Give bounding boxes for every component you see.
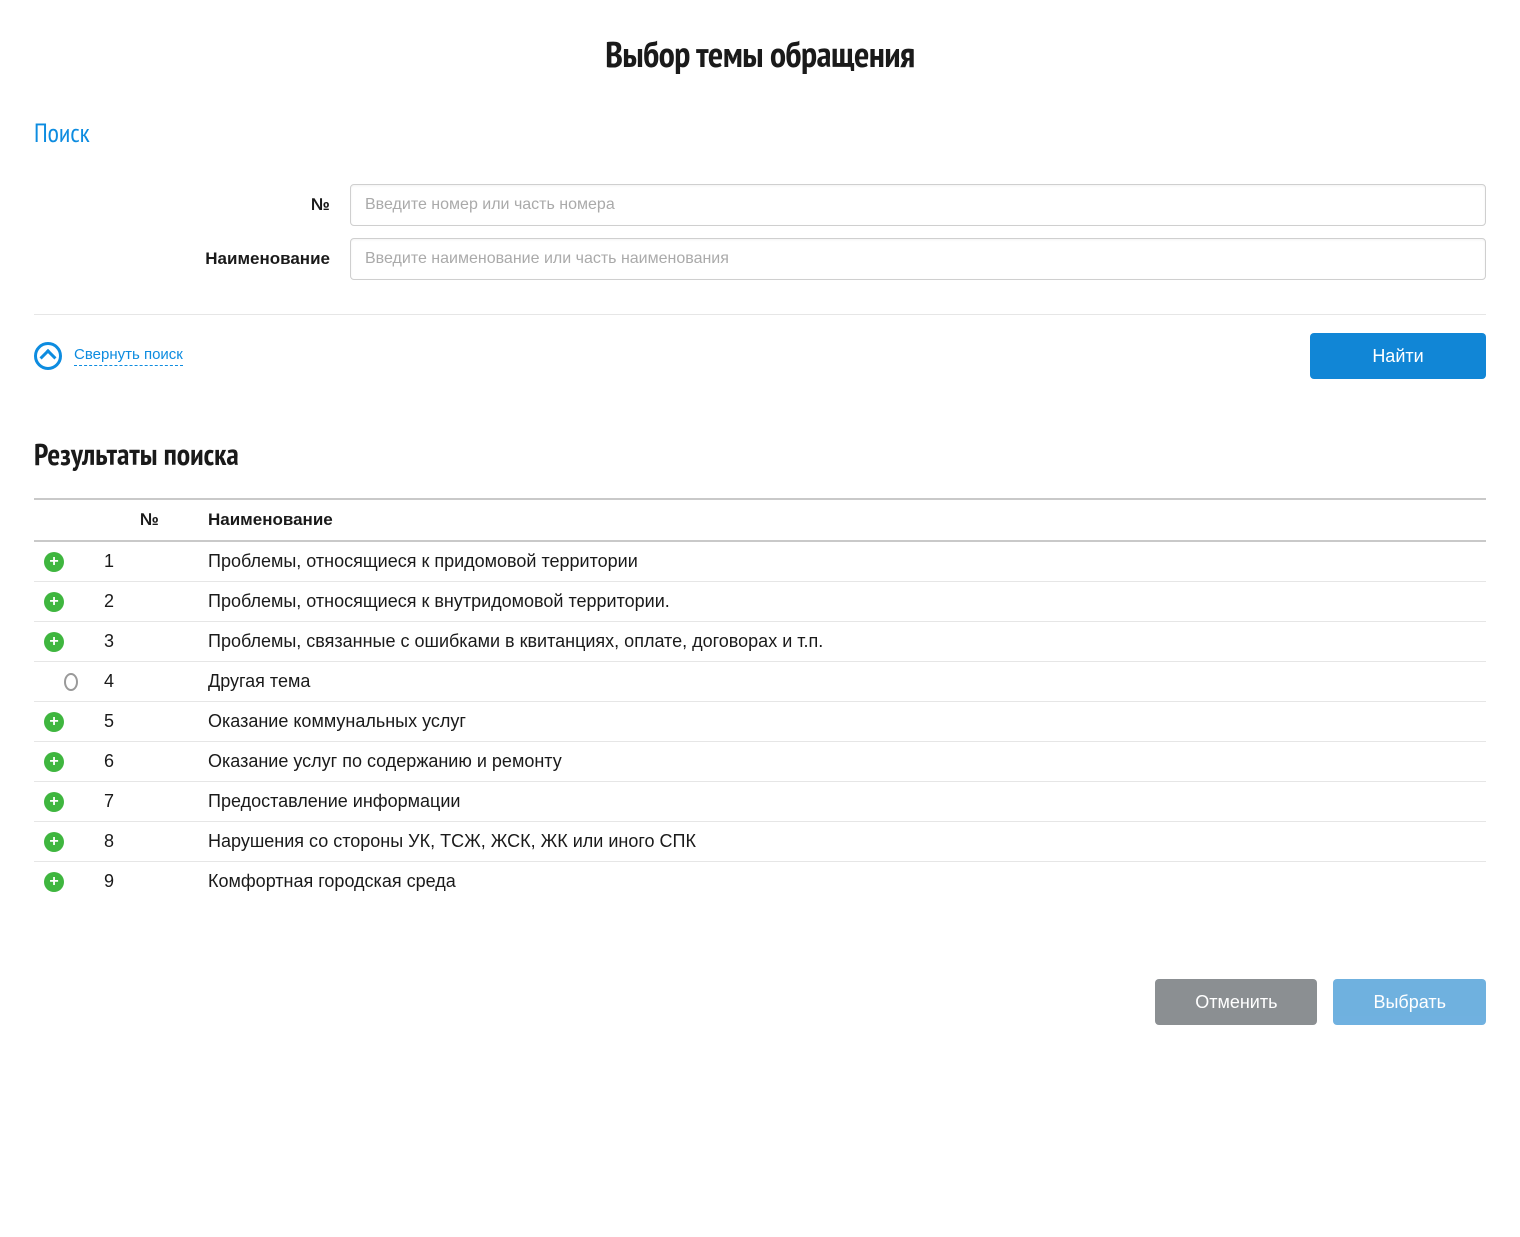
expand-icon[interactable]: [44, 832, 64, 852]
row-number: 7: [98, 791, 208, 812]
results-section-label: Результаты поиска: [34, 435, 1486, 474]
row-name: Предоставление информации: [208, 791, 1482, 812]
results-table: № Наименование 1Проблемы, относящиеся к …: [34, 498, 1486, 901]
table-row: 6Оказание услуг по содержанию и ремонту: [34, 742, 1486, 782]
row-number: 6: [98, 751, 208, 772]
expand-icon[interactable]: [44, 632, 64, 652]
collapse-search-link[interactable]: Свернуть поиск: [34, 342, 183, 370]
divider: [34, 314, 1486, 315]
expand-icon[interactable]: [44, 712, 64, 732]
footer-actions: Отменить Выбрать: [34, 979, 1486, 1025]
row-name: Проблемы, относящиеся к внутридомовой те…: [208, 591, 1482, 612]
row-name: Оказание услуг по содержанию и ремонту: [208, 751, 1482, 772]
row-name: Оказание коммунальных услуг: [208, 711, 1482, 732]
results-header-name: Наименование: [208, 510, 1482, 530]
row-name: Проблемы, относящиеся к придомовой терри…: [208, 551, 1482, 572]
row-number: 5: [98, 711, 208, 732]
expand-icon[interactable]: [44, 792, 64, 812]
search-name-input[interactable]: [350, 238, 1486, 280]
row-name: Проблемы, связанные с ошибками в квитанц…: [208, 631, 1482, 652]
table-row: 5Оказание коммунальных услуг: [34, 702, 1486, 742]
table-row: 9Комфортная городская среда: [34, 862, 1486, 901]
table-row: 8Нарушения со стороны УК, ТСЖ, ЖСК, ЖК и…: [34, 822, 1486, 862]
search-number-input[interactable]: [350, 184, 1486, 226]
find-button[interactable]: Найти: [1310, 333, 1486, 379]
expand-icon[interactable]: [44, 592, 64, 612]
row-number: 9: [98, 871, 208, 892]
results-header-row: № Наименование: [34, 498, 1486, 542]
search-name-label: Наименование: [34, 249, 350, 269]
row-number: 3: [98, 631, 208, 652]
page-title: Выбор темы обращения: [34, 30, 1486, 77]
search-actions: Свернуть поиск Найти: [34, 333, 1486, 379]
search-section-label: Поиск: [34, 117, 1486, 150]
chevron-up-icon: [34, 342, 62, 370]
row-number: 1: [98, 551, 208, 572]
select-button[interactable]: Выбрать: [1333, 979, 1486, 1025]
search-number-row: №: [34, 184, 1486, 226]
results-header-number: №: [98, 510, 208, 530]
row-number: 4: [98, 671, 208, 692]
table-row: 1Проблемы, относящиеся к придомовой терр…: [34, 542, 1486, 582]
collapse-search-label: Свернуть поиск: [74, 346, 183, 366]
row-number: 8: [98, 831, 208, 852]
table-row: 2Проблемы, относящиеся к внутридомовой т…: [34, 582, 1486, 622]
row-number: 2: [98, 591, 208, 612]
row-name: Другая тема: [208, 671, 1482, 692]
cancel-button[interactable]: Отменить: [1155, 979, 1317, 1025]
expand-icon[interactable]: [44, 552, 64, 572]
row-name: Комфортная городская среда: [208, 871, 1482, 892]
search-name-row: Наименование: [34, 238, 1486, 280]
table-row: 7Предоставление информации: [34, 782, 1486, 822]
expand-icon[interactable]: [44, 872, 64, 892]
expand-icon[interactable]: [44, 752, 64, 772]
table-row: 3Проблемы, связанные с ошибками в квитан…: [34, 622, 1486, 662]
row-name: Нарушения со стороны УК, ТСЖ, ЖСК, ЖК ил…: [208, 831, 1482, 852]
radio-select[interactable]: [64, 673, 78, 691]
search-number-label: №: [34, 195, 350, 215]
table-row: 4Другая тема: [34, 662, 1486, 702]
